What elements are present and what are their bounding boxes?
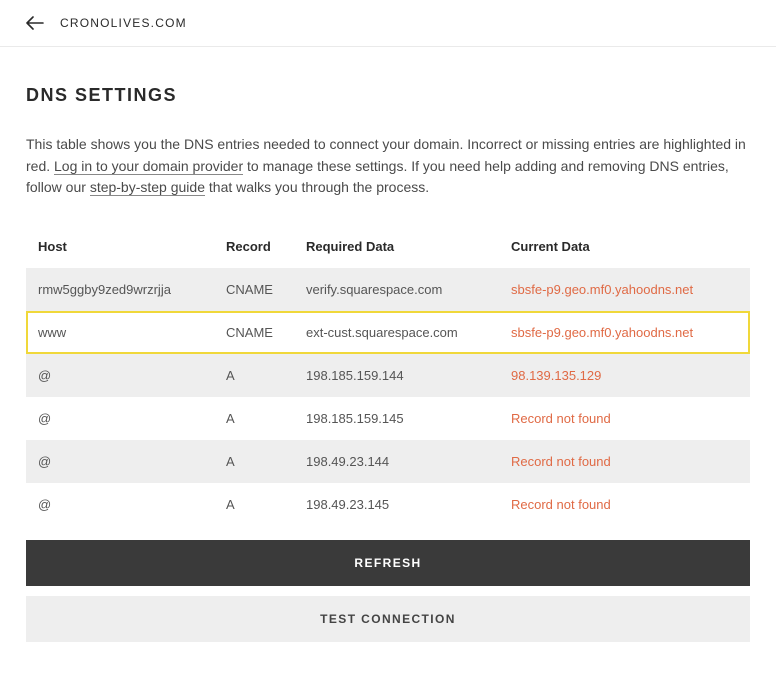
cell-required: ext-cust.squarespace.com (296, 311, 501, 354)
col-required: Required Data (296, 225, 501, 268)
cell-host: @ (26, 440, 216, 483)
cell-host: rmw5ggby9zed9wrzrjja (26, 268, 216, 311)
table-row: @A198.49.23.144Record not found (26, 440, 750, 483)
content: DNS SETTINGS This table shows you the DN… (0, 47, 776, 672)
cell-required: 198.185.159.145 (296, 397, 501, 440)
table-row: @A198.185.159.14498.139.135.129 (26, 354, 750, 397)
guide-link[interactable]: step-by-step guide (90, 179, 205, 196)
cell-current: Record not found (501, 397, 750, 440)
col-host: Host (26, 225, 216, 268)
domain-name: CRONOLIVES.COM (60, 16, 187, 30)
intro-text: This table shows you the DNS entries nee… (26, 134, 746, 199)
cell-current: Record not found (501, 483, 750, 526)
table-row: @A198.49.23.145Record not found (26, 483, 750, 526)
cell-host: @ (26, 397, 216, 440)
dns-table: Host Record Required Data Current Data r… (26, 225, 750, 526)
cell-record: A (216, 354, 296, 397)
test-connection-button[interactable]: TEST CONNECTION (26, 596, 750, 642)
cell-record: A (216, 440, 296, 483)
cell-host: @ (26, 483, 216, 526)
intro-text-c: that walks you through the process. (205, 179, 429, 195)
cell-record: CNAME (216, 268, 296, 311)
header-bar: CRONOLIVES.COM (0, 0, 776, 47)
cell-host: www (26, 311, 216, 354)
refresh-button[interactable]: REFRESH (26, 540, 750, 586)
cell-required: verify.squarespace.com (296, 268, 501, 311)
login-provider-link[interactable]: Log in to your domain provider (54, 158, 243, 175)
cell-current: Record not found (501, 440, 750, 483)
table-header-row: Host Record Required Data Current Data (26, 225, 750, 268)
table-row: wwwCNAMEext-cust.squarespace.comsbsfe-p9… (26, 311, 750, 354)
page-title: DNS SETTINGS (26, 85, 750, 106)
cell-record: A (216, 397, 296, 440)
cell-record: CNAME (216, 311, 296, 354)
cell-record: A (216, 483, 296, 526)
cell-current: 98.139.135.129 (501, 354, 750, 397)
col-current: Current Data (501, 225, 750, 268)
cell-host: @ (26, 354, 216, 397)
cell-required: 198.49.23.145 (296, 483, 501, 526)
back-arrow-icon[interactable] (26, 14, 44, 32)
cell-required: 198.49.23.144 (296, 440, 501, 483)
table-row: rmw5ggby9zed9wrzrjjaCNAMEverify.squaresp… (26, 268, 750, 311)
col-record: Record (216, 225, 296, 268)
cell-required: 198.185.159.144 (296, 354, 501, 397)
table-row: @A198.185.159.145Record not found (26, 397, 750, 440)
cell-current: sbsfe-p9.geo.mf0.yahoodns.net (501, 311, 750, 354)
cell-current: sbsfe-p9.geo.mf0.yahoodns.net (501, 268, 750, 311)
